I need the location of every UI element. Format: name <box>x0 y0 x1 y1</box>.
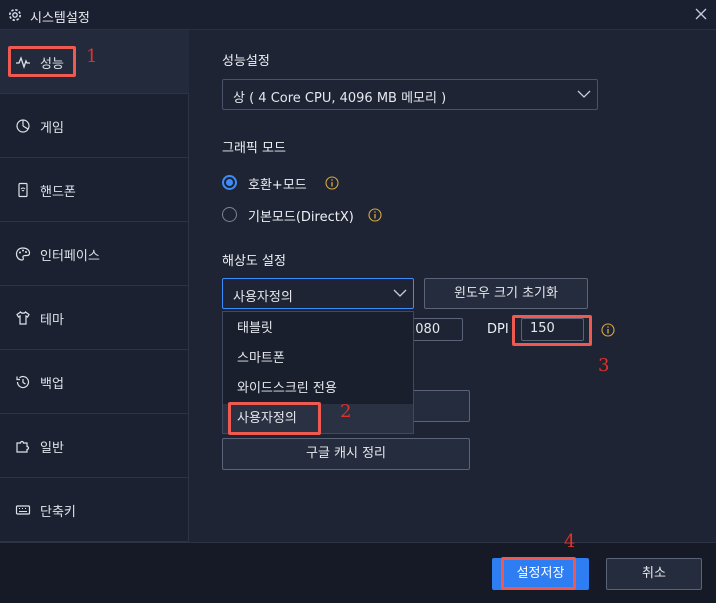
resolution-select[interactable]: 사용자정의 <box>222 278 414 309</box>
annotation-number: 1 <box>86 46 98 67</box>
annotation-number: 3 <box>598 355 610 376</box>
sidebar-item-label: 단축키 <box>40 505 76 520</box>
sidebar-item-shortcuts[interactable]: 단축키 <box>0 478 189 542</box>
gear-icon <box>9 9 21 21</box>
dropdown-option-tablet[interactable]: 태블릿 <box>223 314 413 343</box>
sidebar-item-label: 인터페이스 <box>40 249 100 264</box>
sidebar-item-backup[interactable]: 백업 <box>0 350 189 414</box>
performance-select[interactable]: 상 ( 4 Core CPU, 4096 MB 메모리 ) <box>222 79 598 110</box>
highlight-box <box>8 46 76 77</box>
phone-icon <box>18 182 28 198</box>
sidebar-item-label: 게임 <box>40 121 64 136</box>
game-icon <box>16 119 30 133</box>
sidebar-item-label: 일반 <box>40 441 64 456</box>
graphics-option-label: 호환+모드 <box>248 178 307 193</box>
graphics-section-title: 그래픽 모드 <box>222 141 286 156</box>
reset-window-size-button[interactable]: 윈도우 크기 초기화 <box>424 278 588 309</box>
graphics-radio-compat[interactable] <box>222 175 237 190</box>
highlight-box <box>501 557 576 590</box>
annotation-number: 2 <box>340 401 352 422</box>
sidebar-item-label: 핸드폰 <box>40 185 76 200</box>
chevron-down-icon <box>393 289 407 297</box>
annotation-number: 4 <box>564 531 576 552</box>
sidebar-item-game[interactable]: 게임 <box>0 94 189 158</box>
shirt-icon <box>16 311 30 325</box>
chevron-down-icon <box>577 90 591 98</box>
dpi-label: DPI <box>487 322 509 337</box>
history-icon <box>16 375 30 389</box>
clear-google-cache-button[interactable]: 구글 캐시 정리 <box>222 438 470 470</box>
graphics-option-label: 기본모드(DirectX) <box>248 210 354 225</box>
info-icon[interactable] <box>325 176 339 190</box>
sidebar-item-interface[interactable]: 인터페이스 <box>0 222 189 286</box>
keyboard-icon <box>15 505 31 515</box>
puzzle-icon <box>16 440 30 453</box>
window-title: 시스템설정 <box>30 11 90 26</box>
sidebar-item-general[interactable]: 일반 <box>0 414 189 478</box>
sidebar: 성능 게임 핸드폰 인터페이스 테마 백업 일반 단축키 <box>0 30 189 542</box>
performance-section-title: 성능설정 <box>222 54 270 69</box>
palette-icon <box>15 247 31 261</box>
info-icon[interactable] <box>368 208 382 222</box>
info-icon[interactable] <box>601 323 615 337</box>
resolution-select-value: 사용자정의 <box>233 290 293 305</box>
resolution-section-title: 해상도 설정 <box>222 254 286 269</box>
graphics-radio-directx[interactable] <box>222 207 237 222</box>
performance-select-value: 상 ( 4 Core CPU, 4096 MB 메모리 ) <box>233 91 447 106</box>
title-bar: 시스템설정 <box>0 0 716 30</box>
dropdown-option-smartphone[interactable]: 스마트폰 <box>223 344 413 373</box>
sidebar-item-label: 테마 <box>40 313 64 328</box>
highlight-box <box>228 402 321 435</box>
dropdown-option-widescreen[interactable]: 와이드스크린 전용 <box>223 374 413 403</box>
close-icon[interactable] <box>692 5 710 23</box>
sidebar-item-phone[interactable]: 핸드폰 <box>0 158 189 222</box>
cancel-button[interactable]: 취소 <box>606 558 702 590</box>
sidebar-item-theme[interactable]: 테마 <box>0 286 189 350</box>
highlight-box <box>512 315 592 346</box>
sidebar-item-label: 백업 <box>40 377 64 392</box>
